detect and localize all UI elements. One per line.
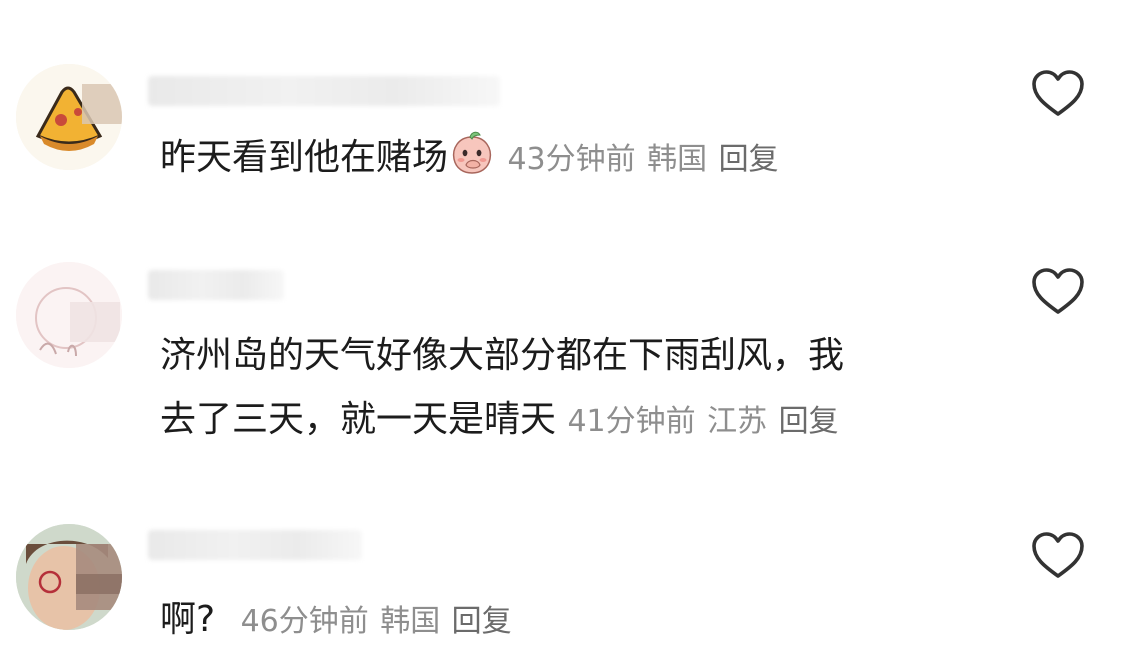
avatar[interactable]: [16, 524, 122, 630]
comment-location: 韩国: [647, 142, 708, 177]
heart-outline-icon[interactable]: [1030, 266, 1086, 316]
comment-text-line: 济州岛的天气好像大部分都在下雨刮风，我: [160, 335, 845, 376]
heart-outline-icon[interactable]: [1030, 68, 1086, 118]
comment-location: 江苏: [707, 404, 768, 439]
comment-body: 昨天看到他在赌场 43分钟前 韩国 回复: [160, 126, 779, 192]
comment-time: 46分钟前: [240, 604, 369, 639]
comment-time: 41分钟前: [567, 404, 696, 439]
comment-body: 济州岛的天气好像大部分都在下雨刮风，我 去了三天，就一天是晴天 41分钟前 江苏…: [160, 324, 844, 454]
reply-button[interactable]: 回复: [779, 404, 839, 439]
avatar[interactable]: [16, 64, 122, 170]
username-blurred[interactable]: [148, 270, 284, 300]
comment-time: 43分钟前: [507, 142, 636, 177]
peach-covering-mouth-emoji: [452, 131, 492, 174]
comment-text: 昨天看到他在赌场: [160, 137, 449, 178]
reply-button[interactable]: 回复: [452, 604, 512, 639]
comment-text: 啊?: [160, 599, 216, 640]
heart-outline-icon[interactable]: [1030, 530, 1086, 580]
pizza-avatar-icon: [16, 64, 122, 170]
avatar[interactable]: [16, 262, 122, 368]
comment-body: 啊? 46分钟前 韩国 回复: [160, 588, 512, 654]
reply-button[interactable]: 回复: [719, 142, 779, 177]
username-blurred[interactable]: [148, 76, 500, 106]
comment-text-line: 去了三天，就一天是晴天: [160, 399, 557, 440]
pink-sketch-avatar-icon: [16, 262, 122, 368]
username-blurred[interactable]: [148, 530, 362, 560]
person-photo-avatar-icon: [16, 524, 122, 630]
comment-location: 韩国: [380, 604, 441, 639]
